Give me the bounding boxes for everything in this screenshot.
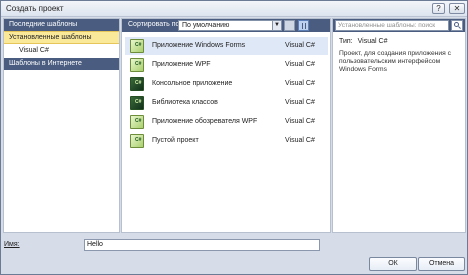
title-bar: Создать проект ? ✕	[1, 1, 467, 17]
template-name: Консольное приложение	[152, 80, 233, 87]
sort-dropdown[interactable]: По умолчанию ▼	[178, 20, 282, 31]
dialog-title: Создать проект	[6, 4, 64, 13]
online-templates[interactable]: Шаблоны в Интернете	[4, 58, 119, 70]
template-name: Пустой проект	[152, 137, 199, 144]
template-toolbar: Сортировать по: По умолчанию ▼	[122, 19, 330, 32]
chevron-down-icon: ▼	[272, 21, 281, 30]
template-name: Приложение обозревателя WPF	[152, 118, 258, 125]
template-language: Visual C#	[285, 118, 315, 125]
project-name-input[interactable]: Hello	[84, 239, 320, 251]
template-row[interactable]: Библиотека классов Visual C#	[125, 94, 328, 112]
search-button[interactable]	[451, 20, 463, 31]
type-label: Тип:	[339, 38, 353, 45]
template-list-panel: Сортировать по: По умолчанию ▼ Приложени…	[121, 18, 331, 233]
help-button[interactable]: ?	[432, 3, 445, 14]
search-bar: Установленные шаблоны: поиск	[333, 19, 465, 32]
project-name-label: Имя:	[4, 241, 20, 248]
template-search-input[interactable]: Установленные шаблоны: поиск	[335, 20, 449, 31]
list-view-icon	[302, 23, 306, 29]
template-language: Visual C#	[285, 42, 315, 49]
new-project-dialog: Создать проект ? ✕ Последние шаблоны Уст…	[0, 0, 468, 275]
ok-button[interactable]: ОК	[369, 257, 417, 271]
visual-csharp-category[interactable]: Visual C#	[4, 45, 119, 57]
installed-templates[interactable]: Установленные шаблоны	[4, 31, 119, 44]
small-icons-view-button[interactable]	[284, 20, 295, 31]
windows-forms-template-icon	[130, 39, 144, 53]
template-language: Visual C#	[285, 99, 315, 106]
template-language: Visual C#	[285, 80, 315, 87]
recent-templates[interactable]: Последние шаблоны	[4, 19, 119, 31]
cancel-button[interactable]: Отмена	[418, 257, 465, 271]
template-type: Тип: Visual C#	[339, 38, 387, 45]
template-name: Приложение WPF	[152, 61, 211, 68]
template-row[interactable]: Пустой проект Visual C#	[125, 132, 328, 150]
template-row[interactable]: Приложение WPF Visual C#	[125, 56, 328, 74]
template-details-panel: Установленные шаблоны: поиск Тип: Visual …	[332, 18, 466, 233]
template-language: Visual C#	[285, 61, 315, 68]
template-description: Проект, для создания приложения с пользо…	[339, 50, 451, 73]
close-button[interactable]: ✕	[449, 3, 465, 14]
template-name: Библиотека классов	[152, 99, 218, 106]
template-row[interactable]: Консольное приложение Visual C#	[125, 75, 328, 93]
template-language: Visual C#	[285, 137, 315, 144]
empty-project-template-icon	[130, 134, 144, 148]
template-row[interactable]: Приложение обозревателя WPF Visual C#	[125, 113, 328, 131]
template-categories-panel: Последние шаблоны Установленные шаблоны …	[3, 18, 120, 233]
sort-value: По умолчанию	[182, 22, 230, 29]
template-row[interactable]: Приложение Windows Forms Visual C#	[125, 37, 328, 55]
list-view-button[interactable]	[298, 20, 309, 31]
sort-label: Сортировать по:	[128, 21, 182, 28]
class-library-template-icon	[130, 96, 144, 110]
wpf-browser-template-icon	[130, 115, 144, 129]
wpf-template-icon	[130, 58, 144, 72]
console-template-icon	[130, 77, 144, 91]
template-name: Приложение Windows Forms	[152, 42, 246, 49]
type-value: Visual C#	[357, 38, 388, 45]
